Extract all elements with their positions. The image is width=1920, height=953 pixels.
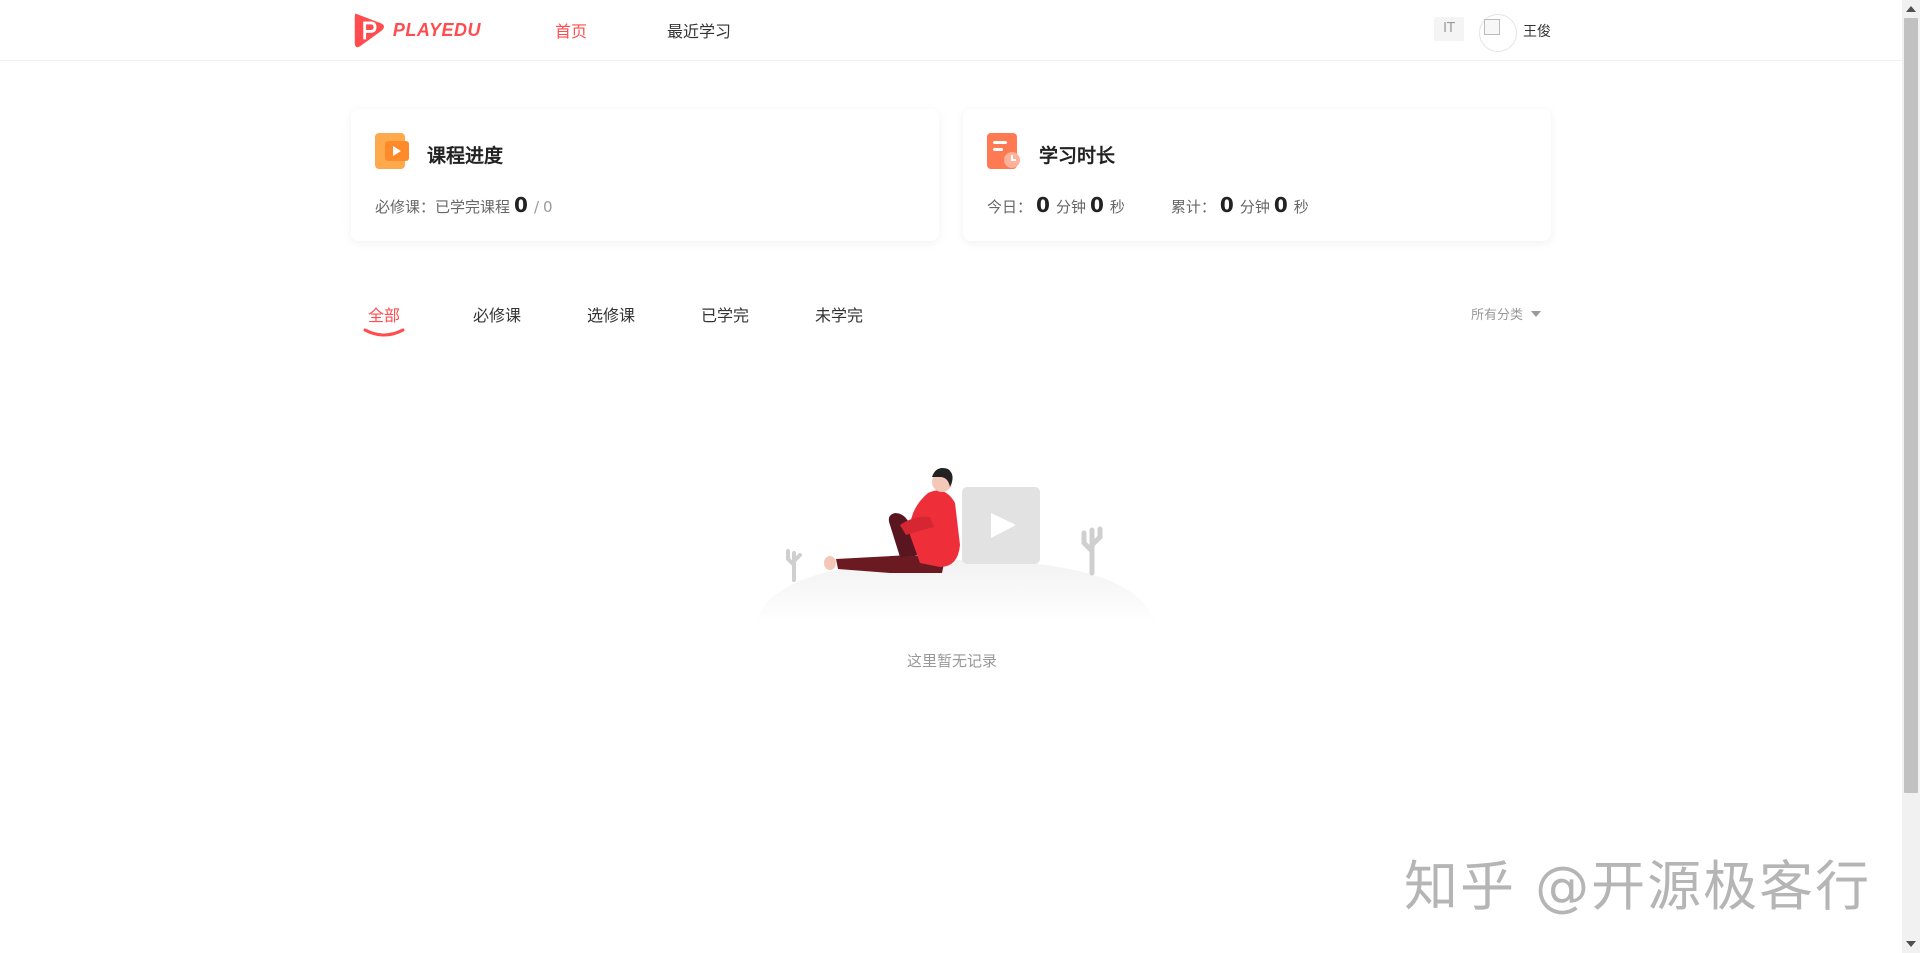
nav-recent-study[interactable]: 最近学习	[667, 18, 731, 42]
empty-state-illustration	[755, 468, 1155, 625]
total-label: 累计：	[1170, 198, 1216, 216]
empty-state-text: 这里暂无记录	[906, 652, 997, 670]
zhihu-watermark: 知乎 @开源极客行	[1404, 855, 1872, 918]
total-count: 0	[543, 198, 553, 216]
vertical-scrollbar[interactable]	[1902, 0, 1920, 953]
nav-home[interactable]: 首页	[555, 18, 587, 42]
total-minutes: 0	[1219, 193, 1234, 217]
tab-all[interactable]: 全部	[368, 302, 400, 326]
tab-finished[interactable]: 已学完	[701, 302, 749, 326]
scrollbar-thumb[interactable]	[1904, 18, 1918, 793]
study-time-card: 学习时长 今日： 0 分钟 0 秒 累计： 0 分钟 0 秒	[963, 109, 1551, 241]
required-label: 必修课：已学完课程	[375, 198, 511, 216]
course-progress-title: 课程进度	[427, 145, 504, 167]
playedu-logo-icon	[354, 13, 384, 48]
avatar[interactable]	[1479, 14, 1517, 52]
today-label: 今日：	[987, 198, 1033, 216]
today-seconds: 0	[1089, 193, 1104, 217]
required-progress-line: 必修课：已学完课程 0 / 0	[375, 193, 553, 217]
username[interactable]: 王俊	[1523, 21, 1551, 41]
logo-text: PLAYEDU	[392, 19, 481, 40]
playedu-logo[interactable]: PLAYEDU	[351, 9, 481, 51]
scroll-down-icon[interactable]	[1906, 941, 1916, 947]
study-time-title: 学习时长	[1039, 145, 1116, 167]
study-time-line: 今日： 0 分钟 0 秒 累计： 0 分钟 0 秒	[987, 193, 1309, 217]
active-tab-underline	[363, 328, 405, 337]
today-minute-unit: 分钟	[1055, 198, 1086, 216]
department-badge[interactable]: IT	[1434, 17, 1464, 41]
course-progress-card: 课程进度 必修课：已学完课程 0 / 0	[351, 109, 939, 241]
study-time-icon	[987, 133, 1020, 169]
category-select-label: 所有分类	[1471, 308, 1524, 323]
tab-required[interactable]: 必修课	[473, 302, 521, 326]
today-minutes: 0	[1036, 193, 1050, 217]
total-minute-unit: 分钟	[1239, 198, 1270, 216]
category-select[interactable]: 所有分类	[1471, 304, 1542, 323]
progress-separator: /	[533, 198, 539, 216]
top-header: PLAYEDU 首页 最近学习 IT 王俊	[0, 0, 1902, 61]
chevron-down-icon	[1531, 310, 1542, 317]
total-second-unit: 秒	[1293, 198, 1309, 216]
today-second-unit: 秒	[1109, 198, 1125, 216]
tab-unfinished[interactable]: 未学完	[815, 302, 863, 326]
course-progress-icon	[375, 133, 409, 169]
tab-elective[interactable]: 选修课	[587, 302, 635, 326]
scroll-up-icon[interactable]	[1906, 6, 1916, 12]
total-seconds: 0	[1273, 193, 1288, 217]
completed-count: 0	[514, 193, 528, 217]
